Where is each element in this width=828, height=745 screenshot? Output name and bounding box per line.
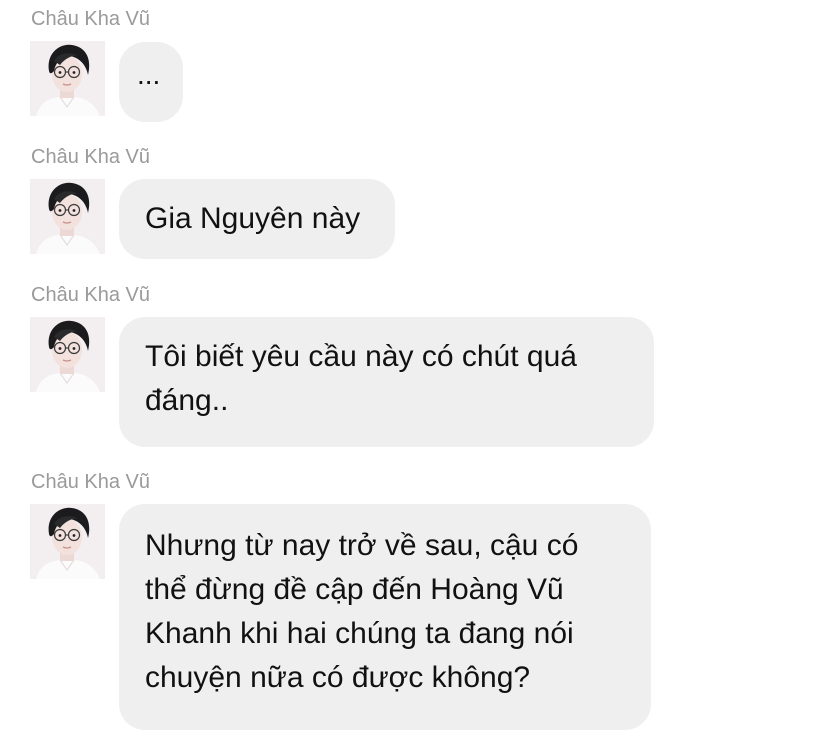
avatar[interactable] bbox=[30, 317, 105, 392]
user-avatar-photo-icon bbox=[30, 504, 105, 579]
message-bubble[interactable]: ... bbox=[119, 42, 183, 122]
user-avatar-photo-icon bbox=[30, 179, 105, 254]
avatar[interactable] bbox=[30, 504, 105, 579]
sender-name: Châu Kha Vũ bbox=[31, 8, 150, 30]
sender-name: Châu Kha Vũ bbox=[31, 284, 150, 306]
avatar[interactable] bbox=[30, 41, 105, 116]
message-bubble[interactable]: Gia Nguyên này bbox=[119, 179, 395, 259]
message-text-line: ... bbox=[137, 59, 161, 90]
message-text-line: thể đừng đề cập đến Hoàng Vũ bbox=[145, 573, 564, 606]
message-text-line: Gia Nguyên này bbox=[145, 202, 361, 235]
avatar[interactable] bbox=[30, 179, 105, 254]
message-text-line: Nhưng từ nay trở về sau, cậu có bbox=[145, 529, 579, 562]
message-text-line: Tôi biết yêu cầu này có chút quá bbox=[145, 340, 577, 373]
user-avatar-photo-icon bbox=[30, 41, 105, 116]
message-text-line: đáng.. bbox=[145, 384, 229, 417]
message-bubble[interactable]: Tôi biết yêu cầu này có chút quá đáng.. bbox=[119, 317, 654, 447]
sender-name: Châu Kha Vũ bbox=[31, 146, 150, 168]
user-avatar-photo-icon bbox=[30, 317, 105, 392]
message-text-line: Khanh khi hai chúng ta đang nói bbox=[145, 617, 574, 650]
sender-name: Châu Kha Vũ bbox=[31, 471, 150, 493]
message-text-line: chuyện nữa có được không? bbox=[145, 661, 531, 694]
message-bubble[interactable]: Nhưng từ nay trở về sau, cậu có thể đừng… bbox=[119, 504, 651, 730]
